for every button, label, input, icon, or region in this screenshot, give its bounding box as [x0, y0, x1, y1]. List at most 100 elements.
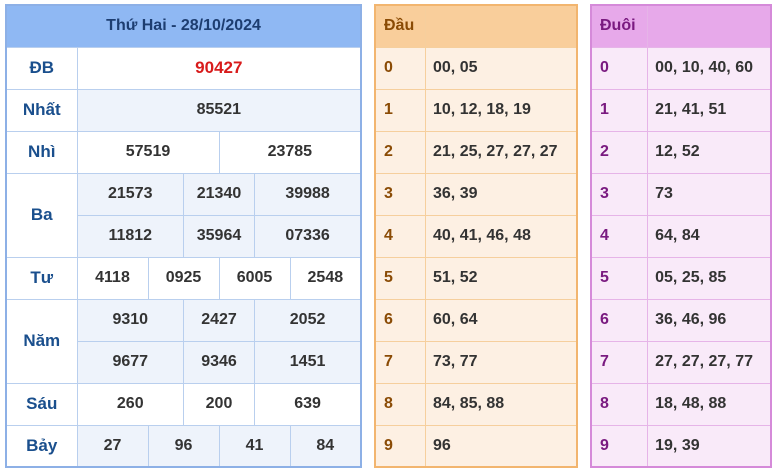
- prize-value: 07336: [254, 214, 362, 258]
- dau-value: 73, 77: [425, 340, 578, 384]
- duoi-key: 2: [590, 130, 649, 174]
- dau-value: 10, 12, 18, 19: [425, 88, 578, 132]
- duoi-row: 5 05, 25, 85: [590, 256, 772, 300]
- duoi-key: 1: [590, 88, 649, 132]
- duoi-value: 19, 39: [647, 424, 772, 468]
- dau-header: Đầu: [374, 4, 426, 48]
- prize-value: 9346: [183, 340, 255, 384]
- prize-label: Bảy: [5, 424, 78, 468]
- duoi-value: 18, 48, 88: [647, 382, 772, 426]
- duoi-key: 0: [590, 46, 649, 90]
- prize-value: 35964: [183, 214, 255, 258]
- prize-row-tu: Tư 4118 0925 6005 2548: [5, 256, 362, 300]
- prize-label: Nhì: [5, 130, 78, 174]
- dau-key: 6: [374, 298, 426, 342]
- prize-row-db: ĐB 90427: [5, 46, 362, 90]
- duoi-row: 2 12, 52: [590, 130, 772, 174]
- results-title: Thứ Hai - 28/10/2024: [5, 4, 362, 48]
- duoi-key: 5: [590, 256, 649, 300]
- dau-row: 6 60, 64: [374, 298, 578, 342]
- prize-value: 85521: [76, 88, 362, 132]
- duoi-key: 8: [590, 382, 649, 426]
- duoi-value: 00, 10, 40, 60: [647, 46, 772, 90]
- prize-value: 39988: [254, 172, 362, 216]
- prize-value: 2548: [289, 256, 362, 300]
- dau-value: 51, 52: [425, 256, 578, 300]
- prize-value: 2427: [183, 298, 255, 342]
- duoi-value: 64, 84: [647, 214, 772, 258]
- results-table: Thứ Hai - 28/10/2024 ĐB 90427 Nhất 85521…: [5, 4, 363, 468]
- prize-value: 11812: [76, 214, 184, 258]
- prize-value: 27: [76, 424, 149, 468]
- prize-value: 57519: [76, 130, 220, 174]
- dau-row: 8 84, 85, 88: [374, 382, 578, 426]
- dau-key: 2: [374, 130, 426, 174]
- dau-row: 1 10, 12, 18, 19: [374, 88, 578, 132]
- prize-value: 9677: [76, 340, 184, 384]
- duoi-key: 7: [590, 340, 649, 384]
- prize-row-bay: Bảy 27 96 41 84: [5, 424, 362, 468]
- dau-value: 84, 85, 88: [425, 382, 578, 426]
- duoi-value: 36, 46, 96: [647, 298, 772, 342]
- prize-value: 4118: [76, 256, 149, 300]
- dau-row: 2 21, 25, 27, 27, 27: [374, 130, 578, 174]
- prize-label: Sáu: [5, 382, 78, 426]
- prize-label: Năm: [5, 298, 78, 384]
- duoi-value: 05, 25, 85: [647, 256, 772, 300]
- duoi-value: 73: [647, 172, 772, 216]
- prize-value: 9310: [76, 298, 184, 342]
- dau-header-blank: [425, 4, 578, 48]
- duoi-row: 3 73: [590, 172, 772, 216]
- prize-value: 41: [218, 424, 291, 468]
- prize-value: 21340: [183, 172, 255, 216]
- prize-value: 84: [289, 424, 362, 468]
- prize-row-nhat: Nhất 85521: [5, 88, 362, 132]
- dau-key: 8: [374, 382, 426, 426]
- duoi-row: 8 18, 48, 88: [590, 382, 772, 426]
- prize-label: ĐB: [5, 46, 78, 90]
- dau-key: 3: [374, 172, 426, 216]
- special-prize-value: 90427: [76, 46, 362, 90]
- prize-value: 23785: [218, 130, 362, 174]
- duoi-row: 7 27, 27, 27, 77: [590, 340, 772, 384]
- dau-value: 60, 64: [425, 298, 578, 342]
- prize-row-nhi: Nhì 57519 23785: [5, 130, 362, 174]
- prize-value: 6005: [218, 256, 291, 300]
- duoi-value: 12, 52: [647, 130, 772, 174]
- duoi-key: 9: [590, 424, 649, 468]
- dau-row: 5 51, 52: [374, 256, 578, 300]
- prize-row-nam: Năm 9310 2427 2052: [5, 298, 362, 384]
- dau-row: 4 40, 41, 46, 48: [374, 214, 578, 258]
- duoi-table: Đuôi 0 00, 10, 40, 60 1 21, 41, 51 2 12, 52…: [590, 4, 772, 468]
- prize-value: 21573: [76, 172, 184, 216]
- dau-key: 9: [374, 424, 426, 468]
- dau-key: 4: [374, 214, 426, 258]
- duoi-header-blank: [647, 4, 772, 48]
- prize-value: 260: [76, 382, 184, 426]
- prize-value: 639: [254, 382, 362, 426]
- dau-key: 7: [374, 340, 426, 384]
- prize-row-ba: Ba 21573 21340 39988: [5, 172, 362, 258]
- dau-value: 21, 25, 27, 27, 27: [425, 130, 578, 174]
- dau-row: 9 96: [374, 424, 578, 468]
- duoi-value: 21, 41, 51: [647, 88, 772, 132]
- dau-row: 7 73, 77: [374, 340, 578, 384]
- dau-value: 00, 05: [425, 46, 578, 90]
- duoi-key: 3: [590, 172, 649, 216]
- duoi-row: 4 64, 84: [590, 214, 772, 258]
- prize-value: 96: [147, 424, 220, 468]
- dau-row: 0 00, 05: [374, 46, 578, 90]
- duoi-value: 27, 27, 27, 77: [647, 340, 772, 384]
- duoi-header: Đuôi: [590, 4, 649, 48]
- prize-row-sau: Sáu 260 200 639: [5, 382, 362, 426]
- prize-value: 200: [183, 382, 255, 426]
- dau-row: 3 36, 39: [374, 172, 578, 216]
- duoi-row: 6 36, 46, 96: [590, 298, 772, 342]
- prize-value: 2052: [254, 298, 362, 342]
- duoi-key: 4: [590, 214, 649, 258]
- duoi-row: 1 21, 41, 51: [590, 88, 772, 132]
- dau-value: 96: [425, 424, 578, 468]
- prize-value: 1451: [254, 340, 362, 384]
- dau-key: 5: [374, 256, 426, 300]
- dau-table: Đầu 0 00, 05 1 10, 12, 18, 19 2 21, 25, 27,…: [374, 4, 578, 468]
